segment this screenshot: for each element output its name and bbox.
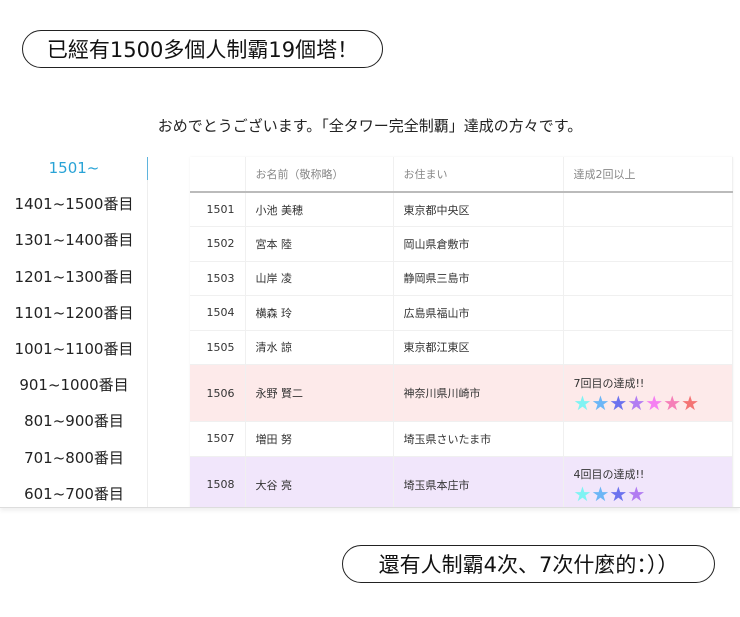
- sidebar-item[interactable]: 1301~1400番目: [0, 229, 148, 265]
- row-name: 小池 美穂: [245, 192, 394, 227]
- row-achievements: [563, 421, 733, 457]
- sidebar-item[interactable]: 701~800番目: [0, 447, 148, 483]
- row-number: 1505: [190, 330, 246, 365]
- star-icon: ★: [573, 390, 592, 415]
- col-header-achievements: 達成2回以上: [563, 157, 733, 193]
- row-achievements: [563, 330, 733, 365]
- row-name: 山岸 凌: [245, 261, 394, 296]
- star-icon: ★: [573, 482, 592, 506]
- row-name: 清水 諒: [245, 330, 394, 365]
- star-icon: ★: [591, 482, 610, 506]
- star-icon: ★: [681, 390, 700, 415]
- row-number: 1504: [190, 295, 246, 331]
- row-address: 東京都江東区: [393, 330, 564, 365]
- sidebar-item[interactable]: 601~700番目: [0, 483, 148, 507]
- star-icon: ★: [645, 390, 664, 415]
- row-number: 1501: [190, 192, 246, 227]
- sidebar-item[interactable]: 1401~1500番目: [0, 193, 148, 229]
- caption-bottom: 還有人制霸4次、7次什麼的：））: [342, 545, 715, 583]
- row-achievements: [563, 226, 733, 262]
- row-number: 1503: [190, 261, 246, 296]
- row-number: 1502: [190, 226, 246, 262]
- page-headline: おめでとうございます。「全タワー完全制覇」達成の方々です。: [157, 117, 583, 135]
- achievers-table: お名前（敬称略） お住まい 達成2回以上 1501 小池 美穂 東京都中央区 1…: [190, 157, 733, 507]
- table-row: 1507 増田 努 埼玉県さいたま市: [190, 421, 733, 457]
- table-row: 1503 山岸 凌 静岡県三島市: [190, 261, 733, 296]
- sidebar-item[interactable]: 1001~1100番目: [0, 338, 148, 374]
- table-row: 1504 横森 玲 広島県福山市: [190, 295, 733, 331]
- row-achievements: 7回目の達成!! ★★★★★★★: [563, 364, 733, 422]
- row-achievements: [563, 295, 733, 331]
- col-header-address: お住まい: [393, 157, 564, 193]
- row-achievements: [563, 261, 733, 296]
- star-icon: ★: [609, 390, 628, 415]
- col-header-name: お名前（敬称略）: [245, 157, 394, 193]
- table-row: 1505 清水 諒 東京都江東区: [190, 330, 733, 365]
- row-name: 大谷 亮: [245, 456, 394, 507]
- caption-top: 已經有1500多個人制霸19個塔！: [22, 30, 383, 68]
- star-icon: ★: [591, 390, 610, 415]
- row-number: 1506: [190, 364, 246, 422]
- sidebar-item[interactable]: 1501~: [0, 157, 148, 193]
- row-name: 横森 玲: [245, 295, 394, 331]
- row-name: 宮本 陸: [245, 226, 394, 262]
- star-icon: ★: [627, 482, 646, 506]
- table-row: 1501 小池 美穂 東京都中央区: [190, 192, 733, 227]
- row-address: 神奈川県川崎市: [393, 364, 564, 422]
- achievement-count: 7回目の達成!!: [573, 376, 645, 390]
- row-number: 1508: [190, 456, 246, 507]
- star-icon: ★: [627, 390, 646, 415]
- sidebar-item[interactable]: 1201~1300番目: [0, 266, 148, 302]
- row-name: 増田 努: [245, 421, 394, 457]
- row-address: 岡山県倉敷市: [393, 226, 564, 262]
- achievement-count: 4回目の達成!!: [573, 468, 645, 481]
- table-row: 1506 永野 賢二 神奈川県川崎市 7回目の達成!! ★★★★★★★: [190, 364, 733, 422]
- col-header-number: [190, 157, 246, 193]
- sidebar-item[interactable]: 801~900番目: [0, 410, 148, 446]
- star-icon: ★: [663, 390, 682, 415]
- row-address: 広島県福山市: [393, 295, 564, 331]
- row-achievements: 4回目の達成!! ★★★★: [563, 456, 733, 507]
- row-number: 1507: [190, 421, 246, 457]
- row-name: 永野 賢二: [245, 364, 394, 422]
- table-row: 1508 大谷 亮 埼玉県本庄市 4回目の達成!! ★★★★: [190, 456, 733, 507]
- row-address: 埼玉県本庄市: [393, 456, 564, 507]
- achievers-page: おめでとうございます。「全タワー完全制覇」達成の方々です。 1501~ 1401~…: [0, 100, 740, 508]
- sidebar-item[interactable]: 1101~1200番目: [0, 302, 148, 338]
- table-row: 1502 宮本 陸 岡山県倉敷市: [190, 226, 733, 262]
- sidebar-item[interactable]: 901~1000番目: [0, 374, 148, 410]
- row-address: 東京都中央区: [393, 192, 564, 227]
- star-icon: ★: [609, 482, 628, 506]
- row-achievements: [563, 192, 733, 227]
- row-address: 静岡県三島市: [393, 261, 564, 296]
- row-address: 埼玉県さいたま市: [393, 421, 564, 457]
- sidebar-nav: 1501~ 1401~1500番目 1301~1400番目 1201~1300番目 11…: [0, 157, 148, 507]
